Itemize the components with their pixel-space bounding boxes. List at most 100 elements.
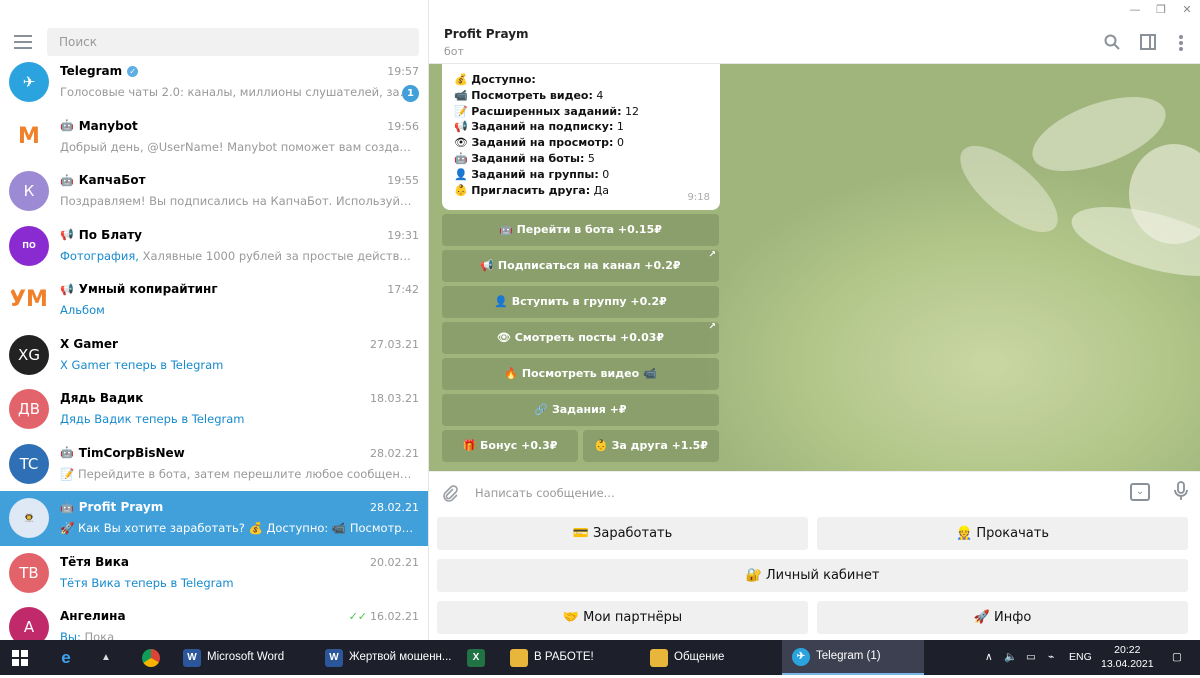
attach-icon[interactable]: [441, 484, 459, 506]
chat-title[interactable]: Profit Praym: [444, 27, 529, 41]
tray-chevron-icon[interactable]: ∧: [985, 640, 993, 675]
chat-item[interactable]: А Ангелина ✓✓ 16.02.21 Вы: Пока: [0, 600, 428, 640]
inline-button[interactable]: 👶 За друга +1.5₽: [583, 430, 719, 462]
inline-button[interactable]: 🤖 Перейти в бота +0.15₽: [442, 214, 719, 246]
inline-button[interactable]: 📢 Подписаться на канал +0.2₽ ↗: [442, 250, 719, 282]
minimize-button[interactable]: —: [1122, 0, 1148, 20]
bot-message: 💰 Доступно: 📹 Посмотреть видео: 4 📝 Расшир…: [442, 64, 720, 210]
inline-button[interactable]: 🎁 Бонус +0.3₽: [442, 430, 578, 462]
bot-icon: 🤖: [60, 119, 74, 132]
chat-item[interactable]: ДВ Дядь Вадик 18.03.21 Дядь Вадик теперь в …: [0, 382, 428, 437]
chat-preview: Вы: Пока: [60, 630, 115, 640]
line-icon: 👶: [454, 183, 468, 197]
chat-item[interactable]: ✈ Telegram ✓ 19:57 Голосовые чаты 2.0: канал…: [0, 55, 428, 110]
chat-name: Ангелина: [60, 609, 126, 623]
taskbar-telegram[interactable]: ✈ Telegram (1): [782, 640, 924, 675]
chat-avatar: ТВ: [9, 552, 49, 593]
word-icon: W: [183, 648, 201, 667]
battery-icon[interactable]: ⌁: [1048, 640, 1054, 675]
chat-item[interactable]: ПО БЛАТУ 📢По Блату 19:31 Фотография, Халявн…: [0, 219, 428, 274]
verified-icon: ✓: [127, 65, 139, 77]
search-icon[interactable]: [1103, 34, 1121, 52]
reply-keyboard-button[interactable]: 💳 Заработать: [437, 517, 808, 550]
channel-icon: 📢: [60, 282, 74, 296]
chrome-icon[interactable]: [142, 640, 160, 675]
chat-time: 28.02.21: [370, 501, 419, 514]
reply-keyboard-button[interactable]: 🚀 Инфо: [817, 601, 1188, 634]
message-line: 🤖 Заданий на боты: 5: [454, 151, 595, 165]
inline-button[interactable]: 👤 Вступить в группу +0.2₽: [442, 286, 719, 318]
chat-name: 📢 Умный копирайтинг: [60, 282, 218, 296]
chat-preview: Поздравляем! Вы подписались на КапчаБот.…: [60, 194, 415, 208]
chat-time: 19:56: [387, 119, 419, 133]
chat-name: 🤖 TimCorpBisNew: [60, 445, 185, 460]
network-icon[interactable]: ▭: [1026, 640, 1036, 675]
reply-keyboard-button[interactable]: 🔐 Личный кабинет: [437, 559, 1188, 592]
read-checks-icon: ✓✓: [348, 610, 368, 623]
sidebar-toggle-icon[interactable]: [1139, 34, 1157, 52]
word-icon: W: [325, 648, 343, 667]
chat-item[interactable]: К 🤖 КапчаБот 19:55 Поздравляем! Вы подписали…: [0, 164, 428, 219]
channel-icon: 📢: [60, 228, 74, 241]
restore-button[interactable]: ❐: [1148, 0, 1174, 20]
message-line: 📢 Заданий на подписку: 1: [454, 120, 624, 134]
chat-item[interactable]: XG X Gamer 27.03.21 X Gamer теперь в Telegr…: [0, 328, 428, 383]
reply-keyboard-button[interactable]: 🤝 Мои партнёры: [437, 601, 808, 634]
folder-icon: [650, 648, 668, 667]
taskbar-label: Microsoft Word: [207, 651, 285, 663]
chat-preview: Тётя Вика теперь в Telegram: [60, 575, 234, 590]
message-input[interactable]: Написать сообщение...: [475, 486, 615, 500]
chat-avatar: XG: [9, 334, 49, 375]
message-line: 👶 Пригласить друга: Да: [454, 183, 609, 197]
volume-icon[interactable]: 🔈: [1004, 640, 1017, 675]
bot-icon: 🤖: [60, 500, 74, 514]
windows-taskbar: e ▲ W Microsoft Word W Жертвой мошенн... X…: [0, 640, 1200, 675]
chat-list-panel: Поиск ✈ Telegram ✓ 19:57 Голосовые чаты 2.0:…: [0, 0, 429, 640]
chat-name: 🤖 Profit Praym: [60, 500, 164, 514]
taskbar-folder-chat[interactable]: Общение: [650, 640, 724, 675]
line-icon: 📹: [454, 88, 468, 102]
chat-item[interactable]: УМНЫЙ 📢Умный копирайтинг 17:42 Альбом: [0, 273, 428, 328]
chat-item[interactable]: ТВ Тётя Вика 20.02.21 Тётя Вика теперь в Te…: [0, 546, 428, 601]
inline-button[interactable]: 👁 Смотреть посты +0.03₽ ↗: [442, 322, 719, 354]
taskbar-word-doc[interactable]: W Жертвой мошенн...: [325, 640, 452, 675]
taskbar-folder-work[interactable]: В РАБОТЕ!: [510, 640, 594, 675]
chat-name: X Gamer: [60, 336, 118, 351]
message-time: 9:18: [687, 192, 710, 204]
close-button[interactable]: ✕: [1174, 0, 1200, 20]
folder-icon: [510, 648, 528, 667]
microphone-icon[interactable]: [1174, 481, 1188, 505]
message-input-bar: Написать сообщение... ⌄: [429, 471, 1200, 513]
chat-item[interactable]: M 🤖 Manybot 19:56 Добрый день, @UserName! Ma…: [0, 110, 428, 165]
chat-name: Telegram ✓: [60, 64, 139, 78]
message-line: 💰 Доступно:: [454, 73, 536, 86]
chat-time: 19:55: [387, 174, 419, 187]
chat-subtitle: бот: [444, 45, 464, 58]
inline-button[interactable]: 🔥 Посмотреть видео 📹: [442, 358, 719, 390]
keyboard-toggle-icon[interactable]: ⌄: [1130, 483, 1150, 501]
inline-button[interactable]: 🔗 Задания +₽: [442, 394, 719, 426]
notifications-icon[interactable]: ▢: [1172, 640, 1182, 675]
chat-avatar: К: [9, 171, 49, 211]
more-icon[interactable]: [1172, 34, 1190, 52]
chat-avatar: А: [9, 607, 49, 640]
excel-icon[interactable]: X: [467, 640, 485, 675]
taskbar-label: В РАБОТЕ!: [534, 651, 594, 663]
start-button[interactable]: [12, 640, 28, 675]
taskbar-label: Общение: [674, 651, 725, 663]
chat-item[interactable]: TC 🤖 TimCorpBisNew 28.02.21 📝 Перейдите в бо…: [0, 437, 428, 492]
taskbar-word[interactable]: W Microsoft Word: [183, 640, 284, 675]
chat-avatar: ПО БЛАТУ: [9, 225, 49, 266]
edge-icon[interactable]: e: [57, 640, 75, 675]
menu-icon[interactable]: [14, 35, 32, 49]
search-input[interactable]: Поиск: [47, 28, 419, 56]
clock[interactable]: 20:22 13.04.2021: [1101, 643, 1154, 678]
chat-preview: 📝 Перейдите в бота, затем перешлите любо…: [60, 466, 415, 481]
language-indicator[interactable]: ENG: [1069, 640, 1092, 675]
external-link-icon: ↗: [708, 250, 716, 260]
line-icon: 💰: [454, 73, 468, 86]
app-icon[interactable]: ▲: [97, 640, 115, 675]
reply-keyboard-button[interactable]: 👷 Прокачать: [817, 517, 1188, 550]
chat-item[interactable]: 👨‍🚀 🤖 Profit Praym 28.02.21 🚀 Как Вы хотите …: [0, 491, 428, 546]
bot-icon: 🤖: [60, 173, 74, 187]
